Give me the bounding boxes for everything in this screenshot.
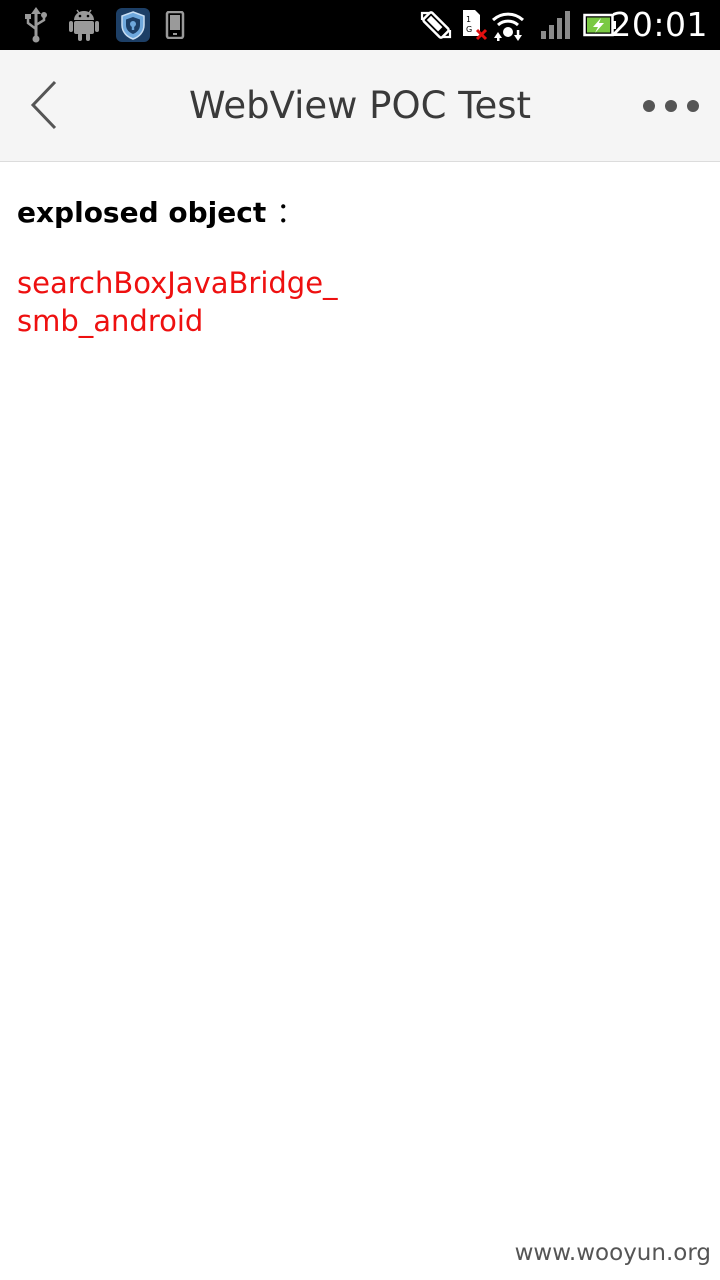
screen: 1 G 20:01 WebView POC Test explosed obje… [0,0,720,1280]
status-time: 20:01 [610,5,708,44]
exposed-object-list: searchBoxJavaBridge_ smb_android [17,264,707,340]
action-bar: WebView POC Test [0,50,720,162]
phone-storage-icon [162,0,188,50]
auto-rotate-icon [418,0,454,50]
svg-text:1: 1 [466,15,471,24]
page-title: WebView POC Test [188,84,532,127]
wifi-icon [490,0,526,50]
signal-icon [538,0,574,50]
watermark: www.wooyun.org [514,1240,711,1266]
back-button[interactable] [14,70,74,140]
more-dots-icon [643,100,699,112]
exposed-object-item: searchBoxJavaBridge_ [17,266,338,300]
heading-label: explosed object [17,196,267,229]
webview-content: explosed object ： searchBoxJavaBridge_ sm… [17,192,707,340]
more-button[interactable] [636,78,706,134]
chevron-left-icon [30,80,57,130]
heading-colon: ： [276,196,305,229]
exposed-object-item: smb_android [17,304,204,338]
shield-app-icon [114,0,152,50]
status-bar: 1 G 20:01 [0,0,720,50]
exposed-object-heading: explosed object ： [17,192,707,234]
sim-error-icon: 1 G [458,0,490,50]
usb-icon [20,0,52,50]
android-debug-icon [66,0,102,50]
svg-text:G: G [466,25,472,34]
